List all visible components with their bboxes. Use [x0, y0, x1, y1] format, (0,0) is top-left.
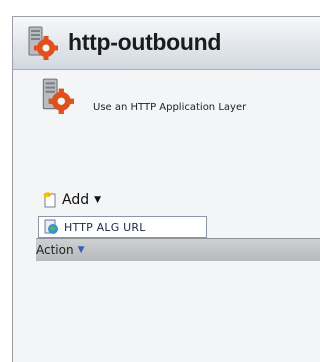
add-button[interactable]: Add ▼: [42, 191, 101, 209]
menu-item-label: HTTP ALG URL: [64, 220, 146, 234]
column-header-label: Action: [36, 243, 74, 257]
column-header-action[interactable]: Action ▼: [36, 243, 85, 257]
add-menu: HTTP ALG URL: [38, 216, 207, 238]
chevron-down-icon: ▼: [77, 245, 85, 255]
title-bar: http-outbound: [13, 17, 320, 70]
add-label: Add: [62, 192, 90, 208]
chevron-down-icon: ▼: [94, 195, 102, 205]
url-globe-icon: [44, 219, 58, 234]
menu-item-http-alg-url[interactable]: HTTP ALG URL: [43, 219, 146, 235]
gear-server-icon: [28, 26, 58, 60]
description-text: Use an HTTP Application Layer: [93, 102, 247, 113]
page-title: http-outbound: [68, 29, 222, 55]
policy-panel: http-outbound Use an HTTP Application La…: [12, 16, 320, 362]
gear-server-icon: [42, 78, 74, 114]
table-header: Action ▼: [36, 238, 320, 261]
new-document-icon: [43, 192, 56, 208]
